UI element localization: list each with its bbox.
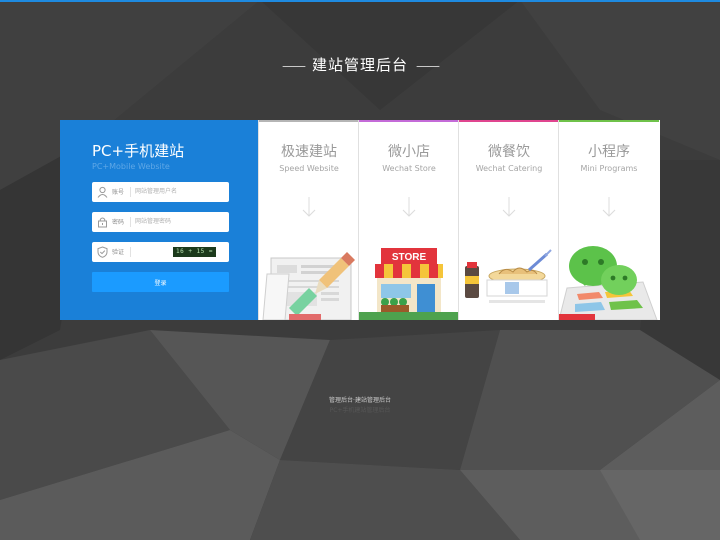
password-field[interactable]: 密码	[92, 212, 229, 232]
panel-accent-bar	[359, 120, 459, 122]
feature-panel-wechat-store[interactable]: 微小店 Wechat Store STORE	[358, 120, 459, 320]
panel-title: 小程序	[588, 144, 630, 160]
username-label: 账号	[112, 189, 125, 196]
divider	[130, 187, 131, 197]
captcha-label: 验证	[112, 249, 125, 256]
captcha-input[interactable]	[135, 245, 169, 258]
password-label: 密码	[112, 219, 125, 226]
wechat-mini-program-icon	[559, 246, 658, 320]
arrow-down-icon	[302, 197, 316, 217]
panel-subtitle: Wechat Store	[382, 164, 436, 173]
user-icon	[97, 186, 108, 198]
footer: 管理后台·建站管理后台 PC+手机建站管理后台	[0, 395, 720, 414]
divider	[130, 247, 131, 257]
svg-text:STORE: STORE	[392, 252, 427, 263]
footer-line-1: 管理后台·建站管理后台	[329, 397, 391, 404]
captcha-image[interactable]: 16 + 15 =	[173, 247, 217, 257]
login-panel: PC+手机建站 PC+Mobile Website 账号 密码 验证 16 + …	[60, 120, 258, 320]
login-button[interactable]: 登录	[92, 272, 229, 292]
top-accent-line	[0, 0, 720, 2]
captcha-field[interactable]: 验证 16 + 15 =	[92, 242, 229, 262]
footer-line-2: PC+手机建站管理后台	[329, 407, 391, 414]
catering-icon	[465, 249, 552, 303]
feature-panel-speed-website[interactable]: 极速建站 Speed Website	[258, 120, 359, 320]
username-field[interactable]: 账号	[92, 182, 229, 202]
panel-subtitle: Speed Website	[279, 164, 339, 173]
panel-accent-bar	[459, 120, 559, 122]
panel-title: 微小店	[388, 144, 430, 160]
panel-title: 微餐饮	[488, 144, 530, 160]
panel-accent-bar	[259, 120, 359, 122]
login-title: PC+手机建站	[92, 142, 185, 160]
login-subtitle: PC+Mobile Website	[92, 162, 170, 171]
arrow-down-icon	[502, 197, 516, 217]
divider	[130, 217, 131, 227]
arrow-down-icon	[402, 197, 416, 217]
page-title: —— 建站管理后台 ——	[281, 56, 440, 74]
lock-icon	[98, 217, 107, 228]
feature-panel-wechat-catering[interactable]: 微餐饮 Wechat Catering	[458, 120, 559, 320]
password-input[interactable]	[135, 215, 223, 228]
arrow-down-icon	[602, 197, 616, 217]
username-input[interactable]	[135, 185, 223, 198]
panel-accent-bar	[559, 120, 659, 122]
main-card: PC+手机建站 PC+Mobile Website 账号 密码 验证 16 + …	[60, 120, 660, 320]
panel-subtitle: Wechat Catering	[475, 164, 543, 173]
shield-icon	[97, 246, 108, 258]
panel-title: 极速建站	[281, 144, 337, 160]
store-icon: STORE	[359, 248, 459, 320]
feature-panel-mini-programs[interactable]: 小程序 Mini Programs	[558, 120, 659, 320]
website-editing-icon	[262, 252, 355, 320]
panel-subtitle: Mini Programs	[580, 164, 638, 173]
